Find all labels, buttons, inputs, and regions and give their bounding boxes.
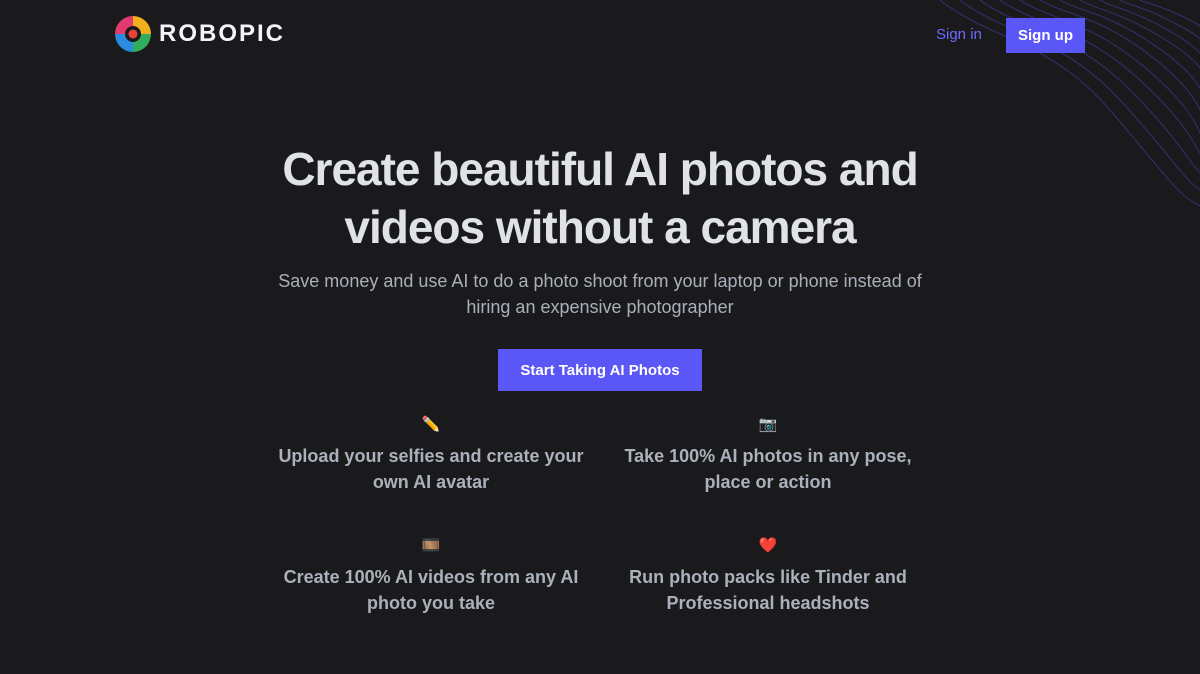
feature-line: Create 100% AI videos from any AI bbox=[283, 567, 579, 587]
hero-subtitle-line2: hiring an expensive photographer bbox=[466, 297, 734, 317]
start-taking-ai-photos-button[interactable]: Start Taking AI Photos bbox=[498, 349, 702, 391]
film-icon: 🎞️ bbox=[421, 537, 441, 554]
feature-photo-packs: ❤️ Run photo packs like Tinder and Profe… bbox=[598, 536, 938, 616]
feature-line: place or action bbox=[704, 472, 832, 492]
feature-line: photo you take bbox=[366, 593, 495, 613]
heart-icon: ❤️ bbox=[758, 537, 778, 554]
feature-text: Take 100% AI photos in any pose, place o… bbox=[598, 443, 938, 495]
feature-ai-videos: 🎞️ Create 100% AI videos from any AI pho… bbox=[261, 536, 601, 616]
hero-title-line2: videos without a camera bbox=[344, 201, 856, 253]
sign-up-button[interactable]: Sign up bbox=[1006, 18, 1085, 53]
hero-subtitle: Save money and use AI to do a photo shoo… bbox=[250, 268, 950, 320]
hero-title-line1: Create beautiful AI photos and bbox=[282, 143, 918, 195]
feature-text: Upload your selfies and create your own … bbox=[261, 443, 601, 495]
pencil-icon: ✏️ bbox=[421, 416, 441, 433]
feature-text: Create 100% AI videos from any AI photo … bbox=[261, 564, 601, 616]
feature-text: Run photo packs like Tinder and Professi… bbox=[598, 564, 938, 616]
hero-subtitle-line1: Save money and use AI to do a photo shoo… bbox=[278, 271, 922, 291]
feature-line: Upload your selfies and create your bbox=[278, 446, 584, 466]
logo[interactable]: ROBOPIC bbox=[115, 16, 285, 52]
sign-in-link[interactable]: Sign in bbox=[936, 26, 982, 43]
feature-upload-selfies: ✏️ Upload your selfies and create your o… bbox=[261, 415, 601, 495]
feature-line: own AI avatar bbox=[372, 472, 490, 492]
hero-title: Create beautiful AI photos and videos wi… bbox=[0, 140, 1200, 256]
feature-line: Take 100% AI photos in any pose, bbox=[624, 446, 912, 466]
feature-ai-photos: 📷 Take 100% AI photos in any pose, place… bbox=[598, 415, 938, 495]
robopic-logo-icon bbox=[115, 16, 151, 52]
top-nav: ROBOPIC Sign in Sign up bbox=[0, 0, 1200, 70]
brand-name: ROBOPIC bbox=[159, 20, 286, 47]
feature-line: Professional headshots bbox=[666, 593, 870, 613]
camera-icon: 📷 bbox=[758, 416, 778, 433]
feature-line: Run photo packs like Tinder and bbox=[629, 567, 907, 587]
